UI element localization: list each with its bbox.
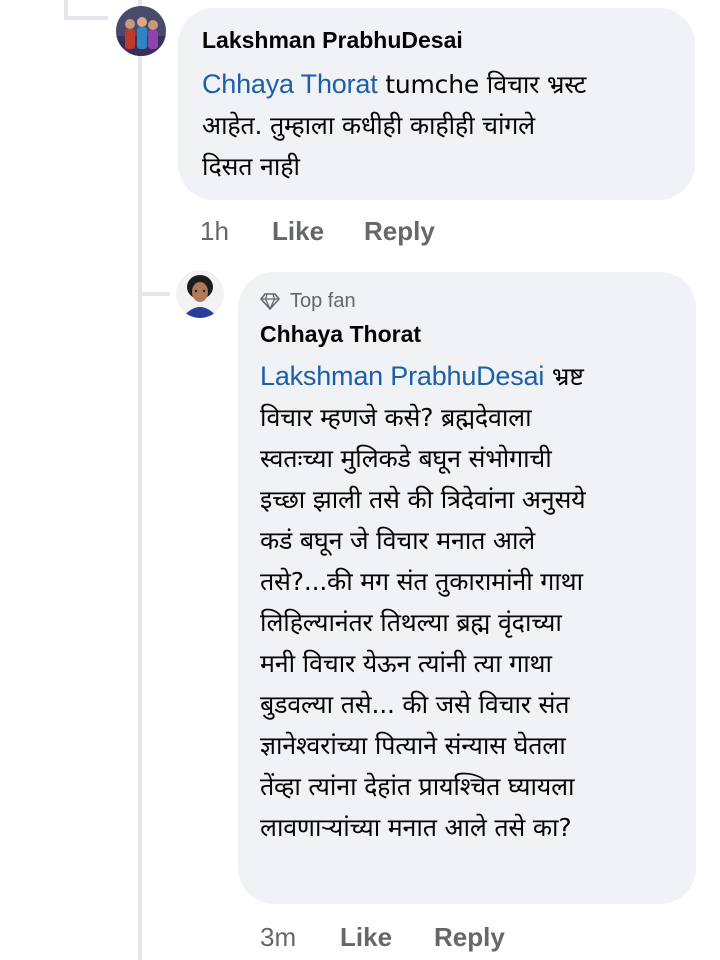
comment-text-line: दिसत नाही <box>202 152 300 181</box>
comment-text-line: ज्ञानेश्वरांच्या पित्याने संन्यास घेतला <box>260 731 566 760</box>
reply-button[interactable]: Reply <box>434 922 505 953</box>
comment-text: Lakshman PrabhuDesai भ्रष्ट विचार म्हणजे… <box>260 356 696 848</box>
mention-link[interactable]: Chhaya Thorat <box>202 69 378 99</box>
diamond-icon <box>260 293 280 310</box>
comment-text-line: लिहिल्यानंतर तिथल्या ब्रह्म वृंदाच्या <box>260 608 562 637</box>
comment-text-line: इच्छा झाली तसे की त्रिदेवांना अनुसये <box>260 485 586 514</box>
comment-bubble: Top fan Chhaya Thorat Lakshman PrabhuDes… <box>238 272 696 904</box>
mention-link[interactable]: Lakshman PrabhuDesai <box>260 361 544 391</box>
comment-text-line: tumche विचार भ्रस्ट <box>377 70 587 99</box>
like-button[interactable]: Like <box>272 216 324 247</box>
reply-button[interactable]: Reply <box>364 216 435 247</box>
comment-text-line: तसे?...की मग संत तुकारामांनी गाथा <box>260 567 583 596</box>
comment-actions: 3m Like Reply <box>260 922 560 956</box>
comment-author[interactable]: Lakshman PrabhuDesai <box>202 26 695 54</box>
like-button[interactable]: Like <box>340 922 392 953</box>
top-fan-badge: Top fan <box>260 288 696 314</box>
comment-timestamp: 3m <box>260 922 297 952</box>
comment-text-line: बुडवल्या तसे... की जसे विचार संत <box>260 690 570 719</box>
comment-timestamp: 1h <box>200 216 229 246</box>
avatar[interactable] <box>116 6 166 56</box>
comment-actions: 1h Like Reply <box>200 216 500 250</box>
comment-text-line: विचार म्हणजे कसे? ब्रह्मदेवाला <box>260 403 532 432</box>
thread-line-branch-reply <box>140 292 170 296</box>
comment-bubble: Lakshman PrabhuDesai Chhaya Thorat tumch… <box>178 8 695 200</box>
comment-text-line: कडं बघून जे विचार मनात आले <box>260 526 535 555</box>
top-fan-label: Top fan <box>290 289 356 312</box>
comment-text-line: आहेत. तुम्हाला कधीही काहीही चांगले <box>202 111 535 140</box>
comment-text-line: स्वतःच्या मुलिकडे बघून संभोगाची <box>260 444 552 473</box>
comment-text-line: लावणाऱ्यांच्या मनात आले तसे का? <box>260 813 572 842</box>
comment-text: Chhaya Thorat tumche विचार भ्रस्ट आहेत. … <box>202 64 695 187</box>
comment-author[interactable]: Chhaya Thorat <box>260 320 696 348</box>
avatar[interactable] <box>176 270 224 318</box>
thread-line-branch-top <box>64 16 108 20</box>
thread-line-main <box>138 0 142 960</box>
comment-text-line: भ्रष्ट <box>544 362 584 391</box>
avatar-photo-icon <box>116 6 166 56</box>
avatar-photo-icon <box>176 270 224 318</box>
comment-text-line: तेंव्हा त्यांना देहांत प्रायश्चित घ्यायल… <box>260 772 575 801</box>
comment-text-line: मनी विचार येऊन त्यांनी त्या गाथा <box>260 649 552 678</box>
